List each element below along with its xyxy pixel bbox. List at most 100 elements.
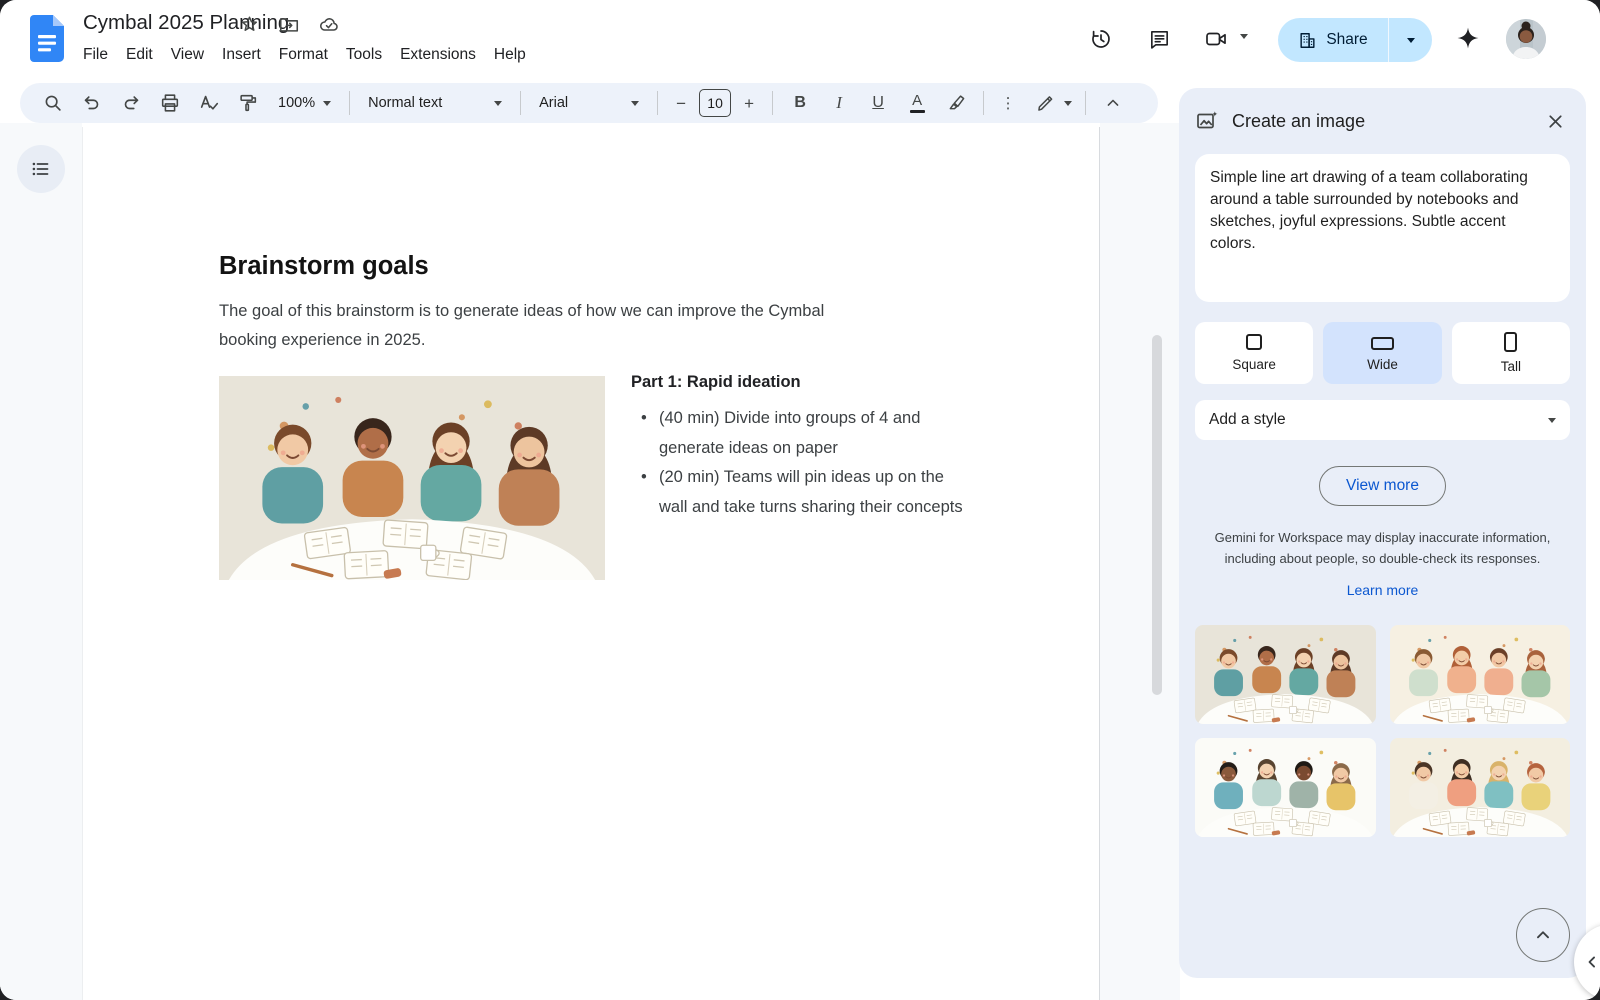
ratio-tall-button[interactable]: Tall xyxy=(1452,322,1570,384)
chevron-up-icon xyxy=(1532,924,1554,946)
prompt-card: Simple line art drawing of a team collab… xyxy=(1195,154,1570,302)
ratio-square-button[interactable]: Square xyxy=(1195,322,1313,384)
pen-tool-button[interactable] xyxy=(1027,87,1080,119)
learn-more-link[interactable]: Learn more xyxy=(1195,582,1570,598)
gemini-sparkle-icon[interactable] xyxy=(1448,19,1488,59)
close-panel-button[interactable] xyxy=(1540,106,1570,136)
generated-image-thumbnail[interactable] xyxy=(1195,738,1376,837)
menu-extensions[interactable]: Extensions xyxy=(391,42,485,68)
toolbar-divider xyxy=(772,91,773,115)
panel-title: Create an image xyxy=(1232,111,1540,132)
format-toolbar: 100% Normal text Arial − 10 + B I U A ⋮ xyxy=(20,83,1158,123)
italic-button[interactable]: I xyxy=(822,86,856,120)
generated-image-thumbnail[interactable] xyxy=(1390,738,1571,837)
doc-heading[interactable]: Brainstorm goals xyxy=(219,252,429,281)
chevron-up-icon xyxy=(1103,93,1123,113)
org-building-icon xyxy=(1298,31,1317,50)
chevron-down-icon xyxy=(323,101,331,106)
font-size-decrease-button[interactable]: − xyxy=(668,86,694,120)
star-icon[interactable] xyxy=(238,13,260,35)
right-gutter xyxy=(1100,123,1180,1000)
document-page[interactable]: Brainstorm goals The goal of this brains… xyxy=(82,127,1100,1000)
share-button[interactable]: Share xyxy=(1278,18,1432,62)
toolbar-divider xyxy=(349,91,350,115)
tall-ratio-icon xyxy=(1504,332,1517,352)
image-prompt-textarea[interactable]: Simple line art drawing of a team collab… xyxy=(1210,167,1555,289)
text-color-bar xyxy=(910,110,925,114)
move-folder-icon[interactable] xyxy=(278,13,300,35)
document-scrollbar[interactable] xyxy=(1152,335,1162,695)
spellcheck-icon[interactable] xyxy=(192,86,226,120)
create-image-panel: Create an image Simple line art drawing … xyxy=(1179,88,1586,978)
menu-tools[interactable]: Tools xyxy=(337,42,391,68)
toolbar-divider xyxy=(520,91,521,115)
ratio-wide-button[interactable]: Wide xyxy=(1323,322,1441,384)
generated-image-thumbnail[interactable] xyxy=(1195,625,1376,724)
outline-list-icon xyxy=(31,159,51,179)
paint-format-icon[interactable] xyxy=(231,86,265,120)
doc-bullet-item[interactable]: (20 min) Teams will pin ideas up on the … xyxy=(631,463,967,522)
gemini-disclaimer: Gemini for Workspace may display inaccur… xyxy=(1195,528,1570,569)
bold-button[interactable]: B xyxy=(783,86,817,120)
toolbar-divider xyxy=(657,91,658,115)
menu-view[interactable]: View xyxy=(162,42,213,68)
square-ratio-icon xyxy=(1246,334,1262,350)
pen-icon xyxy=(1035,93,1056,114)
doc-bullet-item[interactable]: (40 min) Divide into groups of 4 and gen… xyxy=(631,404,967,463)
more-options-button[interactable]: ⋮ xyxy=(994,86,1022,120)
menu-file[interactable]: File xyxy=(74,42,117,68)
search-menus-icon[interactable] xyxy=(36,86,70,120)
menu-edit[interactable]: Edit xyxy=(117,42,162,68)
video-call-dropdown-icon[interactable] xyxy=(1240,34,1248,39)
menu-bar: File Edit View Insert Format Tools Exten… xyxy=(74,42,535,68)
undo-icon[interactable] xyxy=(75,86,109,120)
share-dropdown-button[interactable] xyxy=(1389,18,1432,62)
doc-section-title[interactable]: Part 1: Rapid ideation xyxy=(631,373,967,392)
left-gutter xyxy=(0,123,82,1000)
doc-bullet-list: (40 min) Divide into groups of 4 and gen… xyxy=(631,404,967,522)
paragraph-style-select[interactable]: Normal text xyxy=(360,87,510,119)
close-icon xyxy=(1545,111,1566,132)
video-call-icon[interactable] xyxy=(1194,19,1238,59)
hide-menus-button[interactable] xyxy=(1096,86,1130,120)
zoom-select[interactable]: 100% xyxy=(270,87,339,119)
menu-format[interactable]: Format xyxy=(270,42,337,68)
share-button-label: Share xyxy=(1326,31,1367,49)
doc-inline-image[interactable] xyxy=(219,376,605,580)
toolbar-divider xyxy=(983,91,984,115)
document-outline-button[interactable] xyxy=(17,145,65,193)
add-style-select[interactable]: Add a style xyxy=(1195,400,1570,440)
version-history-icon[interactable] xyxy=(1081,19,1121,59)
redo-icon[interactable] xyxy=(114,86,148,120)
top-bar: Cymbal 2025 Planning File Edit View Inse… xyxy=(0,0,1600,80)
text-color-button[interactable]: A xyxy=(900,86,934,120)
chevron-down-icon xyxy=(1548,418,1556,423)
toolbar-divider xyxy=(1085,91,1086,115)
doc-paragraph[interactable]: The goal of this brainstorm is to genera… xyxy=(219,297,875,356)
more-vertical-icon: ⋮ xyxy=(1001,96,1016,111)
chevron-down-icon xyxy=(1064,101,1072,106)
docs-logo-icon[interactable] xyxy=(30,15,64,62)
zoom-value: 100% xyxy=(278,95,315,111)
font-size-increase-button[interactable]: + xyxy=(736,86,762,120)
chevron-down-icon xyxy=(631,101,639,106)
plus-icon: + xyxy=(744,95,754,112)
font-select[interactable]: Arial xyxy=(531,87,647,119)
view-more-button[interactable]: View more xyxy=(1319,466,1446,506)
generated-image-thumbnail[interactable] xyxy=(1390,625,1571,724)
account-avatar[interactable] xyxy=(1506,19,1546,59)
menu-help[interactable]: Help xyxy=(485,42,535,68)
chevron-left-icon xyxy=(1582,952,1600,972)
scroll-to-top-button[interactable] xyxy=(1516,908,1570,962)
underline-button[interactable]: U xyxy=(861,86,895,120)
create-image-icon xyxy=(1195,109,1219,133)
menu-insert[interactable]: Insert xyxy=(213,42,270,68)
google-docs-window: Cymbal 2025 Planning File Edit View Inse… xyxy=(0,0,1600,1000)
comments-icon[interactable] xyxy=(1139,19,1179,59)
font-size-input[interactable]: 10 xyxy=(699,89,731,117)
paragraph-style-value: Normal text xyxy=(368,95,486,111)
cloud-status-icon[interactable] xyxy=(318,13,340,35)
print-icon[interactable] xyxy=(153,86,187,120)
highlight-color-button[interactable] xyxy=(939,86,973,120)
font-value: Arial xyxy=(539,95,623,111)
